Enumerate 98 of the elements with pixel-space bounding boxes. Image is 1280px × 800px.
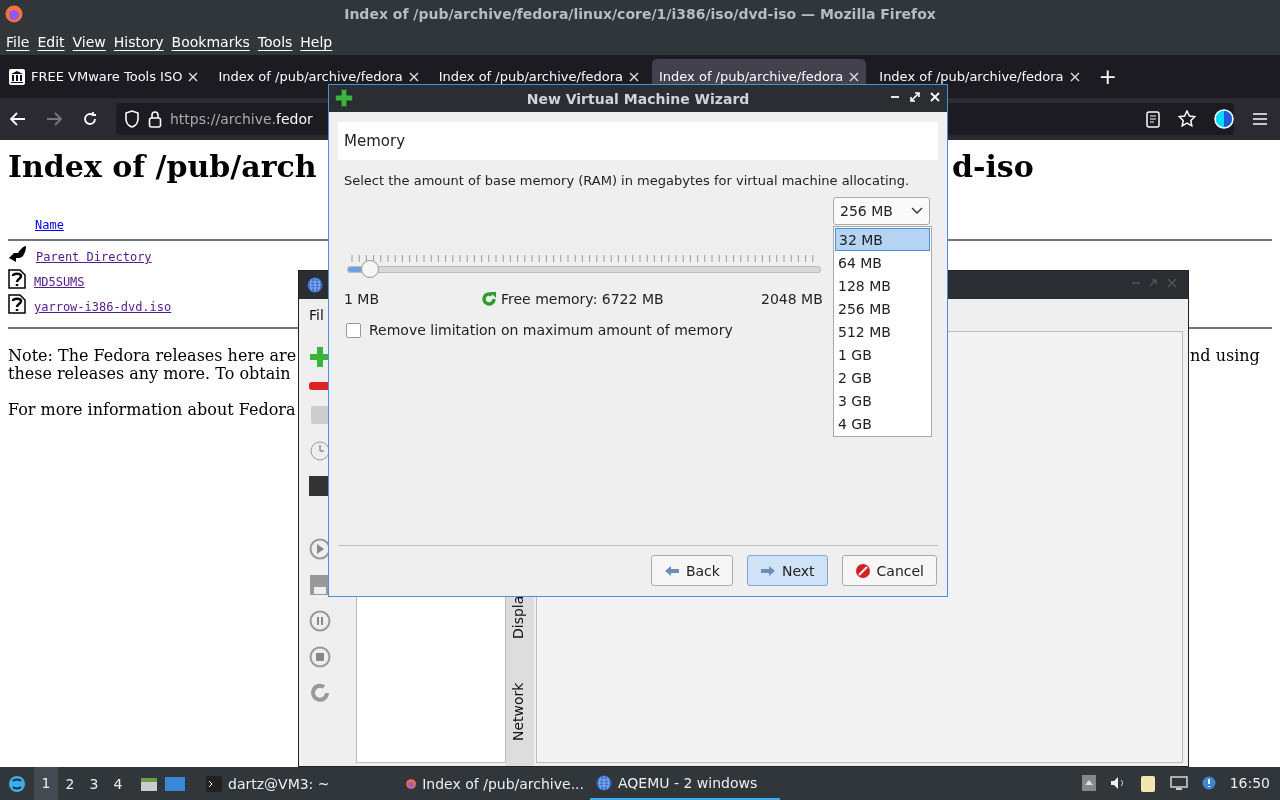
- workspace-button[interactable]: 3: [82, 775, 106, 792]
- menu-item[interactable]: Bookmarks: [167, 33, 254, 50]
- file-link[interactable]: yarrow-i386-dvd.iso: [34, 300, 172, 314]
- left-arrow-icon: [663, 564, 680, 577]
- url-text: https://archive.fedor: [170, 111, 313, 127]
- description-text: Select the amount of base memory (RAM) in megabytes for virtual machine allocating.: [344, 173, 910, 188]
- dropdown-option[interactable]: 256 MB: [835, 297, 930, 320]
- shield-icon[interactable]: [124, 110, 140, 128]
- plus-icon: [335, 89, 353, 107]
- menu-icon[interactable]: [1252, 112, 1268, 126]
- pause-icon[interactable]: [309, 610, 331, 632]
- dropdown-option[interactable]: 64 MB: [835, 251, 930, 274]
- page-heading: Index of /pub/arch: [8, 149, 317, 184]
- side-tab[interactable]: Displa: [510, 595, 526, 639]
- dropdown-option[interactable]: 2 GB: [835, 366, 930, 389]
- new-tab-button[interactable]: +: [1098, 64, 1117, 89]
- workspace-button[interactable]: 2: [58, 775, 82, 792]
- dropdown-option[interactable]: 4 GB: [835, 412, 930, 435]
- workspace-button[interactable]: 4: [106, 775, 130, 792]
- clock: 16:50: [1229, 775, 1270, 791]
- reload-icon[interactable]: [82, 111, 98, 127]
- workspace-button[interactable]: 1: [34, 767, 58, 800]
- notification-icon[interactable]: [1201, 776, 1216, 790]
- menu-item[interactable]: Edit: [33, 33, 69, 50]
- plus-icon[interactable]: [309, 346, 331, 368]
- browser-tab[interactable]: Index of /pub/archive/fedora: [211, 58, 426, 95]
- clipboard-icon[interactable]: [1139, 774, 1156, 792]
- dropdown-option[interactable]: 512 MB: [835, 320, 930, 343]
- back-button[interactable]: Back: [650, 555, 733, 586]
- menu-item[interactable]: View: [68, 33, 110, 50]
- globe-icon: [596, 774, 612, 791]
- maximize-icon[interactable]: [909, 91, 921, 103]
- close-icon[interactable]: [1069, 71, 1080, 82]
- chevron-icon: [911, 207, 923, 215]
- menu-item[interactable]: File: [2, 33, 34, 50]
- terminal-icon: [206, 775, 222, 792]
- menu-item[interactable]: Help: [296, 33, 337, 50]
- checkbox-label[interactable]: Remove limitation on maximum amount of memory: [369, 322, 733, 338]
- menu-item[interactable]: History: [109, 33, 168, 50]
- dropdown-option[interactable]: 32 MB: [835, 228, 930, 251]
- dropdown-option[interactable]: 1 GB: [835, 343, 930, 366]
- star-icon[interactable]: [1178, 110, 1196, 128]
- refresh-icon: [481, 291, 497, 307]
- note-text: nd using: [1190, 347, 1260, 365]
- note-text: Note: The Fedora releases here are: [8, 347, 297, 365]
- save-icon[interactable]: [309, 574, 331, 596]
- globe-icon: [307, 277, 323, 293]
- min-label: 1 MB: [344, 291, 380, 307]
- browser-tab[interactable]: Index of /pub/archive/fedora: [872, 58, 1087, 95]
- menu-item[interactable]: Tools: [253, 33, 297, 50]
- section-header: Memory: [338, 122, 938, 160]
- drive-icon[interactable]: [309, 404, 331, 426]
- reader-view-icon[interactable]: [1146, 110, 1160, 128]
- back-icon[interactable]: [9, 111, 27, 127]
- next-button[interactable]: Next: [746, 555, 828, 586]
- max-label: 2048 MB: [761, 291, 823, 307]
- task-button[interactable]: AQEMU - 2 windows: [590, 767, 780, 800]
- museum-icon: [9, 68, 25, 85]
- network-icon[interactable]: [1169, 776, 1188, 790]
- page-heading: d-iso: [952, 149, 1034, 184]
- firefox-icon: [5, 5, 23, 23]
- start-icon[interactable]: [8, 774, 26, 793]
- account-icon[interactable]: [1214, 109, 1234, 129]
- task-button[interactable]: Index of /pub/archive...: [400, 767, 590, 800]
- terminal-icon[interactable]: [309, 476, 331, 496]
- free-memory-label: Free memory: 6722 MB: [501, 291, 664, 307]
- upload-icon[interactable]: [1081, 775, 1096, 791]
- right-arrow-icon: [759, 564, 776, 577]
- lock-icon[interactable]: [148, 110, 162, 128]
- close-icon[interactable]: [849, 71, 860, 82]
- forward-icon[interactable]: [45, 111, 63, 127]
- window-title: Index of /pub/archive/fedora/linux/core/1/i386/iso/dvd-iso — Mozilla Firefox: [344, 6, 936, 22]
- side-tab[interactable]: Network: [510, 682, 526, 741]
- unknown-file-icon: [8, 294, 26, 314]
- desktop-icon[interactable]: [164, 774, 186, 793]
- info-text: For more information about Fedora: [8, 401, 296, 419]
- file-link[interactable]: MD5SUMS: [34, 275, 85, 289]
- browser-tab[interactable]: FREE VMware Tools ISO: [2, 58, 206, 95]
- memory-slider[interactable]: [347, 259, 821, 279]
- close-icon[interactable]: [188, 71, 199, 82]
- close-icon[interactable]: [629, 71, 639, 82]
- close-icon[interactable]: [408, 71, 419, 82]
- memory-dropdown[interactable]: 256 MB: [833, 197, 930, 225]
- menu-item[interactable]: Fil: [309, 307, 324, 323]
- dropdown-option[interactable]: 128 MB: [835, 274, 930, 297]
- cancel-button[interactable]: Cancel: [841, 555, 937, 586]
- clock-icon[interactable]: [309, 440, 331, 462]
- volume-icon[interactable]: [1109, 776, 1126, 790]
- column-header-link[interactable]: Name: [35, 218, 64, 232]
- slider-thumb[interactable]: [360, 260, 379, 278]
- task-button[interactable]: dartz@VM3: ~: [200, 767, 400, 800]
- dropdown-option[interactable]: 3 GB: [835, 389, 930, 412]
- checkbox[interactable]: [346, 322, 361, 338]
- file-link[interactable]: Parent Directory: [36, 250, 152, 264]
- unknown-file-icon: [8, 269, 26, 289]
- stop-icon[interactable]: [309, 646, 331, 668]
- cancel-icon: [854, 562, 871, 579]
- note-text: these releases any more. To obtain: [8, 365, 291, 383]
